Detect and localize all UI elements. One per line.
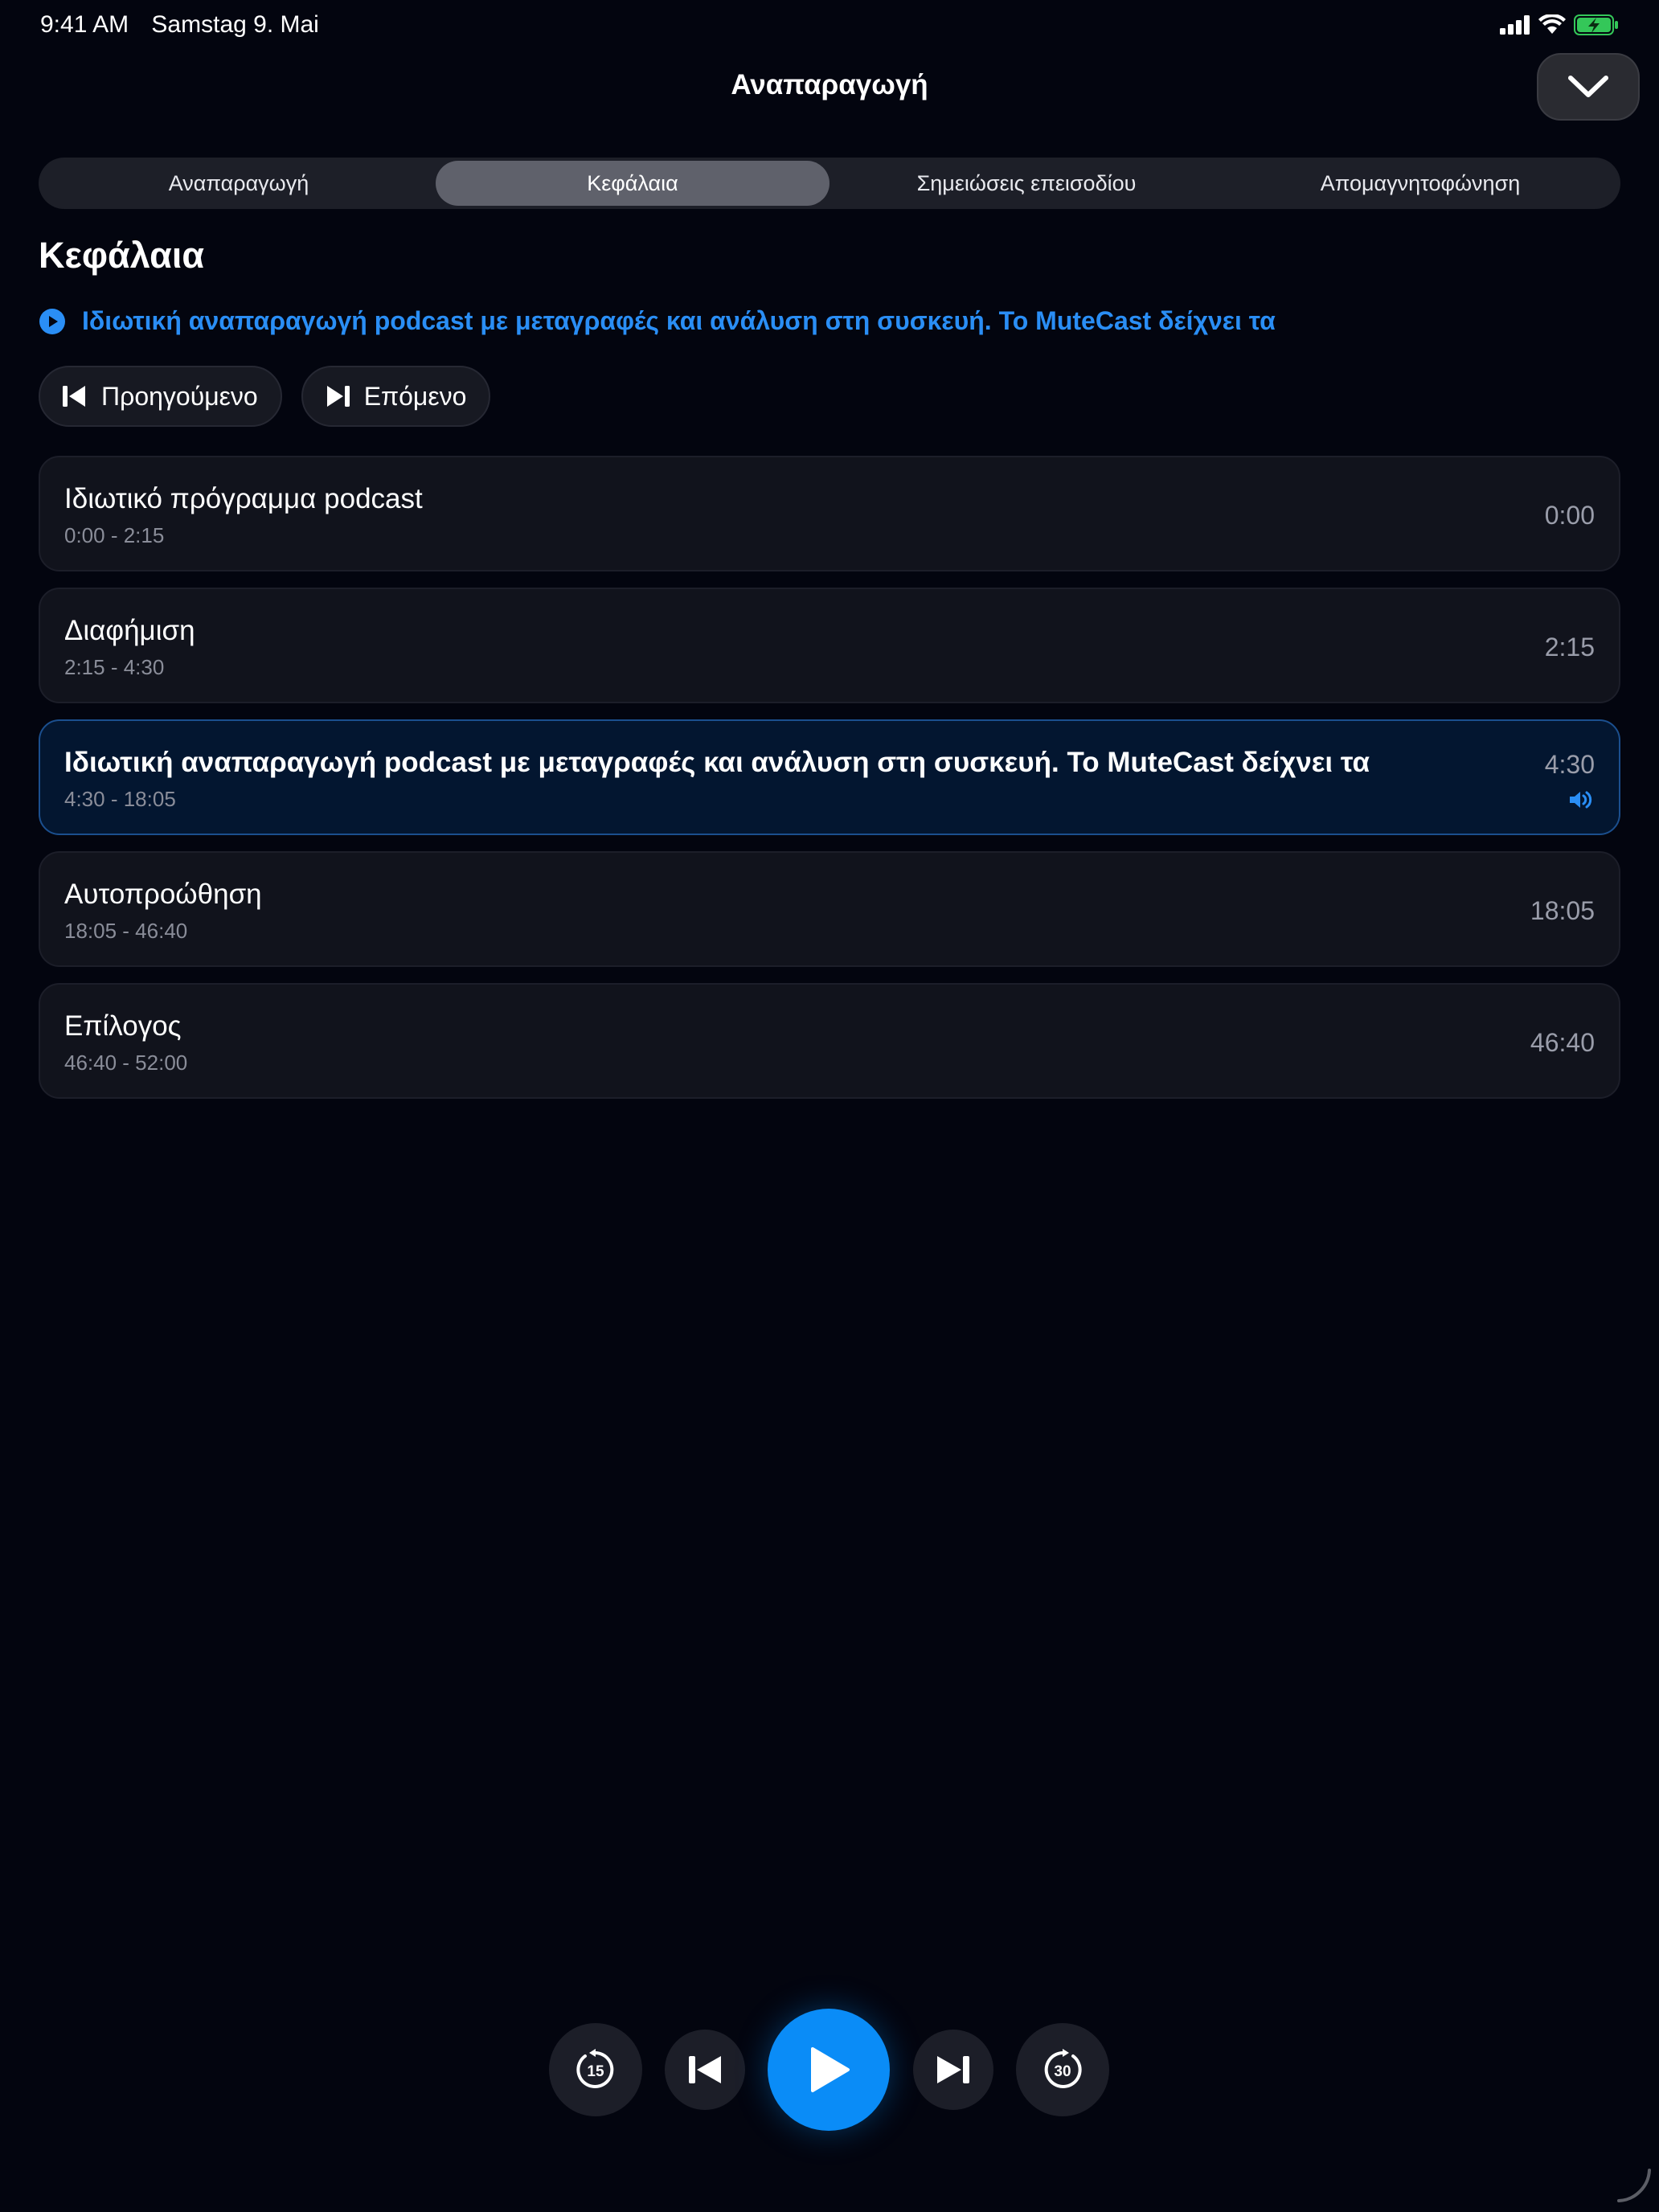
chapter-range: 46:40 - 52:00 xyxy=(64,1051,188,1075)
skip-back-seconds: 15 xyxy=(587,2063,604,2080)
collapse-button[interactable] xyxy=(1537,53,1640,121)
previous-track-button[interactable] xyxy=(665,2030,745,2110)
skip-forward-30-button[interactable]: 30 xyxy=(1016,2023,1109,2116)
current-chapter-link[interactable]: Ιδιωτική αναπαραγωγή podcast με μεταγραφ… xyxy=(39,306,1276,336)
chapter-title: Διαφήμιση xyxy=(64,615,195,646)
cellular-signal-icon xyxy=(1500,15,1530,35)
chapter-title: Ιδιωτική αναπαραγωγή podcast με μεταγραφ… xyxy=(64,747,1370,778)
chapter-range: 0:00 - 2:15 xyxy=(64,523,165,547)
skip-forward-seconds: 30 xyxy=(1054,2063,1071,2080)
resize-handle-icon[interactable] xyxy=(1614,2165,1654,2206)
previous-chapter-label: Προηγούμενο xyxy=(101,381,258,411)
chapter-range: 4:30 - 18:05 xyxy=(64,787,176,811)
forward-30-icon: 30 xyxy=(1044,2049,1082,2088)
skip-back-15-button[interactable]: 15 xyxy=(549,2023,642,2116)
skip-backward-icon xyxy=(689,2056,721,2083)
chapter-start-time: 46:40 xyxy=(1530,1028,1595,1057)
status-date: Samstag 9. Mai xyxy=(151,11,319,38)
tab-bar: Αναπαραγωγή Κεφάλαια Σημειώσεις επεισοδί… xyxy=(39,158,1620,209)
tab-episode-notes[interactable]: Σημειώσεις επεισοδίου xyxy=(830,161,1223,206)
status-time-date: 9:41 AM Samstag 9. Mai xyxy=(40,11,335,39)
chapter-range: 2:15 - 4:30 xyxy=(64,655,165,679)
tab-transcript[interactable]: Απομαγνητοφώνηση xyxy=(1223,161,1617,206)
chapter-start-time: 4:30 xyxy=(1544,750,1595,779)
rewind-15-icon: 15 xyxy=(576,2049,614,2088)
chevron-down-icon xyxy=(1568,76,1608,97)
chapter-start-time: 2:15 xyxy=(1544,633,1595,662)
skip-backward-icon xyxy=(63,386,85,407)
chapter-title: Ιδιωτικό πρόγραμμα podcast xyxy=(64,483,423,514)
status-time: 9:41 AM xyxy=(40,11,129,38)
page-title: Αναπαραγωγή xyxy=(731,69,928,100)
chapter-item[interactable]: Διαφήμιση 2:15 - 4:30 2:15 xyxy=(39,588,1620,703)
chapter-item-active[interactable]: Ιδιωτική αναπαραγωγή podcast με μεταγραφ… xyxy=(39,719,1620,835)
play-button[interactable] xyxy=(768,2009,890,2131)
section-title: Κεφάλαια xyxy=(39,235,205,276)
chapter-title: Αυτοπροώθηση xyxy=(64,879,262,910)
chapter-item[interactable]: Επίλογος 46:40 - 52:00 46:40 xyxy=(39,983,1620,1099)
skip-forward-icon xyxy=(326,386,350,407)
chapter-item[interactable]: Αυτοπροώθηση 18:05 - 46:40 18:05 xyxy=(39,851,1620,967)
speaker-icon xyxy=(1570,791,1592,809)
tab-chapters[interactable]: Κεφάλαια xyxy=(436,161,830,206)
tab-playback[interactable]: Αναπαραγωγή xyxy=(42,161,436,206)
status-indicators xyxy=(1500,14,1619,35)
player-controls: 15 30 xyxy=(0,2009,1659,2131)
skip-forward-icon xyxy=(937,2056,969,2083)
chapter-start-time: 18:05 xyxy=(1530,896,1595,925)
chapter-start-time: 0:00 xyxy=(1544,501,1595,530)
next-chapter-button[interactable]: Επόμενο xyxy=(301,366,491,427)
play-icon xyxy=(811,2047,850,2092)
chapter-title: Επίλογος xyxy=(64,1010,182,1042)
chapter-list: Ιδιωτικό πρόγραμμα podcast 0:00 - 2:15 0… xyxy=(39,456,1620,1115)
chapter-item[interactable]: Ιδιωτικό πρόγραμμα podcast 0:00 - 2:15 0… xyxy=(39,456,1620,571)
play-circle-icon xyxy=(39,308,65,334)
wifi-icon xyxy=(1538,14,1566,34)
status-bar: 9:41 AM Samstag 9. Mai xyxy=(0,0,1659,51)
next-chapter-label: Επόμενο xyxy=(363,381,467,411)
chapter-range: 18:05 - 46:40 xyxy=(64,919,188,943)
previous-chapter-button[interactable]: Προηγούμενο xyxy=(39,366,282,427)
chapter-navigation: Προηγούμενο Επόμενο xyxy=(39,366,491,427)
battery-charging-icon xyxy=(1574,14,1618,35)
next-track-button[interactable] xyxy=(913,2030,993,2110)
current-chapter-title: Ιδιωτική αναπαραγωγή podcast με μεταγραφ… xyxy=(82,306,1276,335)
